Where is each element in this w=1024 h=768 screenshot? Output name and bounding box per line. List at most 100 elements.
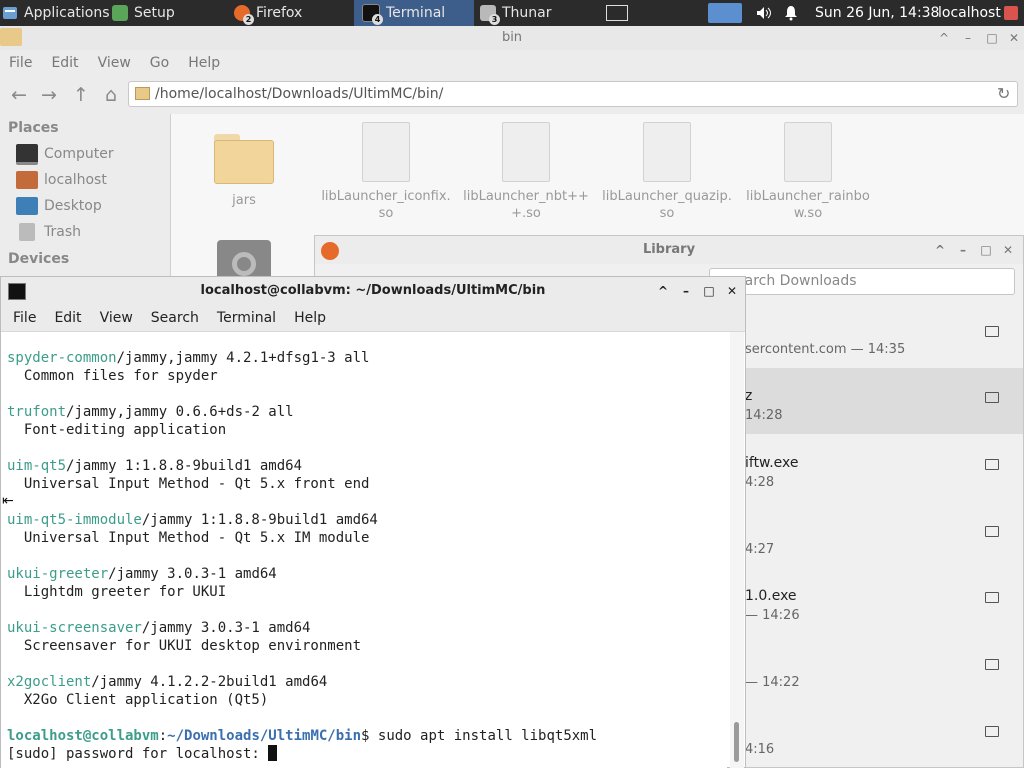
location-bar[interactable]: /home/localhost/Downloads/UltimMC/bin/ ↻ [128, 81, 1018, 107]
file-name-cont: w.so [793, 206, 823, 221]
menu-go[interactable]: Go [150, 55, 169, 71]
sidebar-item-localhost[interactable]: localhost [16, 169, 107, 191]
user-menu[interactable]: localhost [938, 0, 1001, 26]
task-firefox[interactable]: 2 Firefox [234, 0, 346, 26]
document-icon [643, 122, 691, 182]
open-folder-icon[interactable] [985, 726, 999, 737]
terminal-line: Font-editing application [7, 422, 227, 438]
search-downloads-placeholder: earch Downloads [736, 273, 857, 289]
thunar-shade-button[interactable]: ^ [936, 30, 952, 46]
download-name: iftw.exe [745, 455, 799, 471]
task-thunar-label: Thunar [502, 5, 552, 21]
thunar-close-button[interactable]: ✕ [1006, 30, 1022, 46]
library-minimize-button[interactable]: – [955, 242, 971, 258]
devices-heading: Devices [8, 251, 70, 267]
file-name: jars [232, 193, 256, 208]
library-titlebar[interactable]: Library ^ – □ ✕ [315, 236, 1023, 264]
menu-file[interactable]: File [9, 55, 32, 71]
terminal-output[interactable]: spyder-common/jammy,jammy 4.2.1+dfsg1-3 … [1, 332, 727, 768]
thunar-titlebar[interactable]: bin ^ – □ ✕ [0, 26, 1024, 50]
terminal-close-button[interactable]: ✕ [724, 283, 740, 299]
thunar-menubar: File Edit View Go Help [0, 50, 1024, 76]
back-arrow-icon[interactable]: ← [8, 84, 30, 106]
terminal-menu-edit[interactable]: Edit [54, 310, 81, 326]
user-name: localhost [938, 5, 1001, 21]
clock[interactable]: Sun 26 Jun, 14:38 [815, 0, 939, 26]
task-thunar[interactable]: 3 Thunar [480, 0, 592, 26]
menu-edit[interactable]: Edit [51, 55, 78, 71]
open-folder-icon[interactable] [985, 592, 999, 603]
terminal-line: trufont/jammy,jammy 0.6.6+ds-2 all [7, 404, 294, 420]
library-maximize-button[interactable]: □ [978, 242, 994, 258]
workspace-1[interactable] [606, 5, 628, 21]
menu-view[interactable]: View [98, 55, 131, 71]
search-downloads-input[interactable]: earch Downloads [709, 268, 1015, 295]
volume-icon[interactable] [756, 0, 774, 26]
open-folder-icon[interactable] [985, 459, 999, 470]
terminal-menu-view[interactable]: View [100, 310, 133, 326]
sidebar-item-desktop[interactable]: Desktop [16, 195, 102, 217]
file-item-liblauncher-rainbow[interactable]: libLauncher_rainbo w.so [738, 122, 878, 222]
executable-gear-icon[interactable] [217, 240, 271, 280]
resize-cursor-icon: ⇤ [2, 493, 14, 509]
open-folder-icon[interactable] [985, 659, 999, 670]
terminal-titlebar[interactable]: localhost@collabvm: ~/Downloads/UltimMC/… [1, 277, 745, 305]
terminal-line: spyder-common/jammy,jammy 4.2.1+dfsg1-3 … [7, 350, 370, 366]
file-manager-tray-icon[interactable] [708, 0, 744, 26]
task-terminal[interactable]: 4 Terminal [354, 0, 474, 26]
logout-icon[interactable] [1004, 0, 1020, 26]
forward-arrow-icon[interactable]: → [38, 84, 60, 106]
sidebar-item-computer[interactable]: Computer [16, 143, 114, 165]
task-thunar-badge: 3 [489, 14, 500, 25]
task-firefox-label: Firefox [256, 5, 303, 21]
menu-help[interactable]: Help [188, 55, 220, 71]
download-meta: 4:16 [745, 742, 775, 757]
applications-menu-button[interactable]: Applications [2, 0, 110, 26]
terminal-scrollbar-thumb[interactable] [734, 722, 739, 762]
reload-icon[interactable]: ↻ [997, 84, 1010, 103]
terminal-window: localhost@collabvm: ~/Downloads/UltimMC/… [0, 276, 746, 768]
file-item-liblauncher-quazip[interactable]: libLauncher_quazip. so [597, 122, 737, 222]
terminal-line: uim-qt5/jammy 1:1.8.8-9build1 amd64 [7, 458, 303, 474]
terminal-line: Universal Input Method - Qt 5.x IM modul… [7, 530, 370, 546]
terminal-menu-file[interactable]: File [13, 310, 36, 326]
open-folder-icon[interactable] [985, 526, 999, 537]
download-name: z [745, 388, 753, 404]
thunar-maximize-button[interactable]: □ [984, 30, 1000, 46]
terminal-line: Universal Input Method - Qt 5.x front en… [7, 476, 370, 492]
terminal-minimize-button[interactable]: – [678, 283, 694, 299]
terminal-icon [8, 283, 26, 300]
home-icon[interactable]: ⌂ [100, 84, 122, 106]
task-setup[interactable]: Setup [112, 0, 224, 26]
open-folder-icon[interactable] [985, 326, 999, 337]
up-arrow-icon[interactable]: ↑ [70, 84, 92, 106]
download-meta: 14:28 [745, 408, 783, 423]
file-item-liblauncher-nbt[interactable]: libLauncher_nbt++ +.so [456, 122, 596, 222]
terminal-line: Screensaver for UKUI desktop environment [7, 638, 362, 654]
download-meta: 4:27 [745, 542, 775, 557]
notification-bell-icon[interactable] [784, 0, 800, 26]
terminal-shade-button[interactable]: ^ [655, 283, 671, 299]
terminal-menu-terminal[interactable]: Terminal [217, 310, 276, 326]
sidebar-item-label: Trash [44, 224, 81, 240]
terminal-menu-help[interactable]: Help [294, 310, 326, 326]
thunar-minimize-button[interactable]: – [960, 30, 976, 46]
file-name: libLauncher_rainbo [746, 189, 870, 204]
terminal-maximize-button[interactable]: □ [701, 283, 717, 299]
download-meta: 4:28 [745, 475, 775, 490]
sidebar-item-trash[interactable]: Trash [16, 221, 81, 243]
open-folder-icon[interactable] [985, 392, 999, 403]
workspace-switcher[interactable] [606, 0, 630, 26]
sidebar-item-label: Computer [44, 146, 114, 162]
file-item-jars[interactable]: jars [174, 128, 314, 209]
computer-icon [16, 143, 38, 165]
terminal-menu-search[interactable]: Search [151, 310, 199, 326]
folder-icon [214, 134, 274, 184]
firefox-icon: 2 [234, 5, 254, 25]
library-close-button[interactable]: ✕ [1000, 242, 1016, 258]
file-item-liblauncher-iconfix[interactable]: libLauncher_iconfix. so [316, 122, 456, 222]
library-shade-button[interactable]: ^ [932, 242, 948, 258]
terminal-line: ukui-greeter/jammy 3.0.3-1 amd64 [7, 566, 277, 582]
terminal-scrollbar[interactable] [730, 332, 744, 768]
file-name-cont: so [378, 206, 394, 221]
